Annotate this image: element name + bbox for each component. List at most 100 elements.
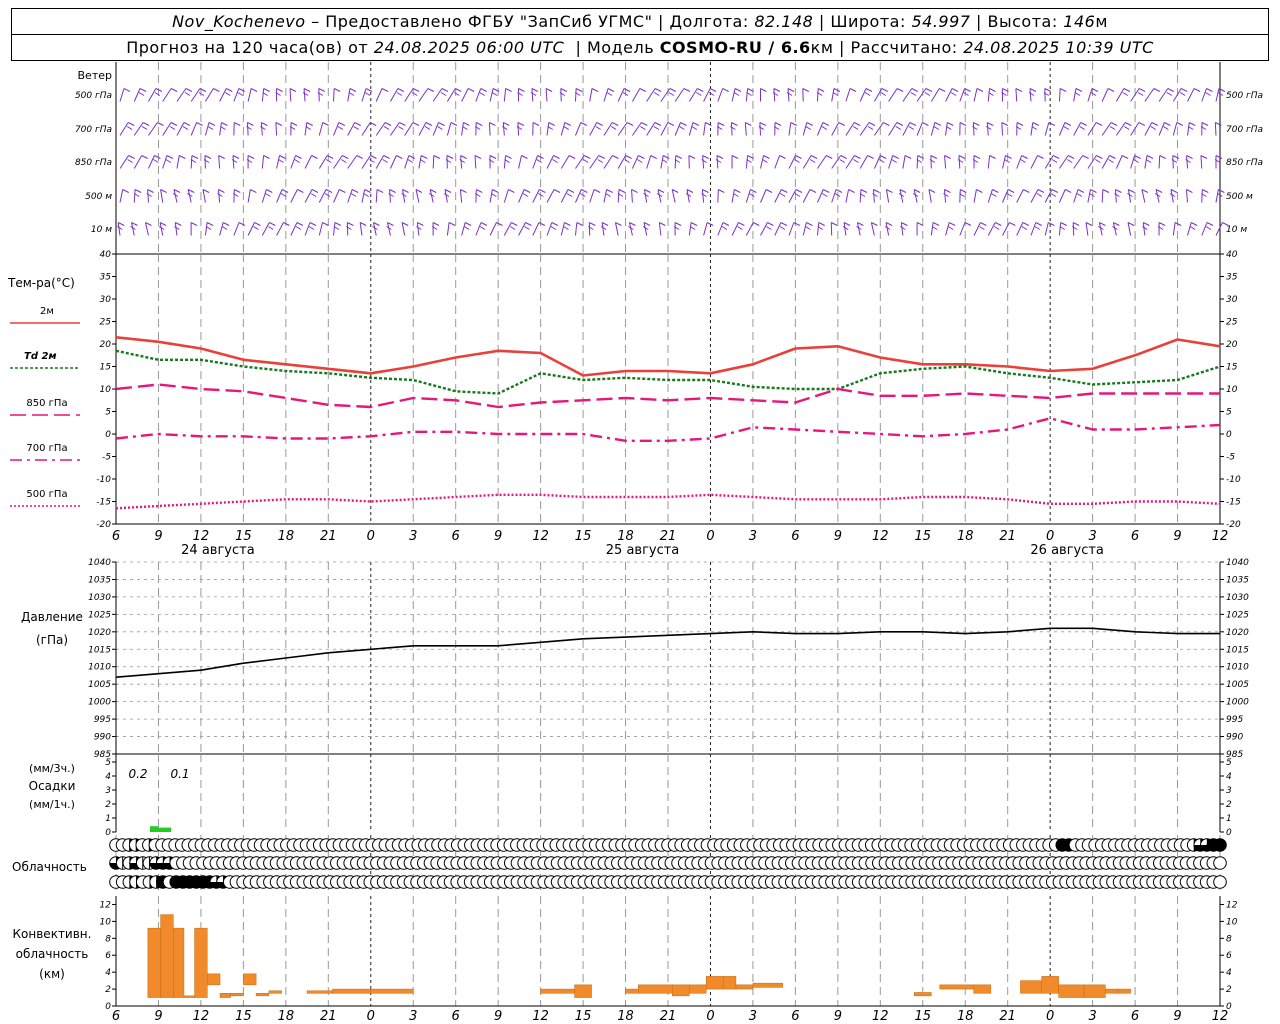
wind-barb-flag <box>146 193 152 197</box>
wind-barb-staff <box>1002 222 1010 236</box>
wind-barb-staff <box>503 222 512 236</box>
wind-barb-staff <box>361 189 366 203</box>
wind-barb-flag <box>489 155 497 159</box>
pres-ytick-label: 1010 <box>88 663 111 673</box>
conv-bar <box>939 984 974 990</box>
wind-barb-flag <box>840 155 847 159</box>
wind-barb-staff <box>1115 122 1126 136</box>
wind-barb-flag <box>1122 92 1129 96</box>
prec-ytick-label: 1 <box>1226 814 1232 824</box>
wind-barb-staff <box>646 155 652 169</box>
wind-barb-flag <box>141 126 148 130</box>
wind-barb-flag <box>745 122 752 126</box>
wind-barb-staff <box>461 88 469 102</box>
wind-barb-flag <box>674 222 682 226</box>
wind-barb-flag <box>283 222 290 226</box>
temp-ytick-label: -5 <box>1226 453 1235 463</box>
wind-barb-staff <box>1002 155 1007 169</box>
wind-barb-flag <box>994 222 1002 226</box>
wind-barb-flag <box>289 88 297 92</box>
wind-barb-flag <box>349 88 357 92</box>
wind-barb-flag <box>384 122 392 126</box>
wind-barb-flag <box>1186 155 1193 159</box>
wind-barb-staff <box>503 88 507 102</box>
temp-ytick-label: 35 <box>100 273 112 283</box>
wind-barb-staff <box>204 222 208 236</box>
wind-barb-flag <box>772 92 779 96</box>
wind-barb-staff <box>930 222 934 236</box>
conv-bar <box>147 927 161 998</box>
wind-barb-flag <box>564 222 571 226</box>
wind-barb-flag <box>661 159 668 163</box>
temp-legend-label: 700 гПа <box>26 443 67 454</box>
wind-barb-flag <box>654 88 662 92</box>
wind-barb-staff <box>816 88 819 102</box>
wind-barb-flag <box>611 122 619 126</box>
temp-x-tick-label: 9 <box>494 529 502 544</box>
wind-barb-staff <box>432 88 443 102</box>
wind-barb-flag <box>1138 88 1146 92</box>
wind-barb-staff <box>688 222 692 236</box>
wind-barb-flag <box>781 189 788 193</box>
wind-barb-flag <box>576 222 584 226</box>
temp-x-tick-label: 6 <box>452 529 460 544</box>
wind-barb-flag <box>381 88 389 92</box>
wind-barb-staff <box>987 88 991 102</box>
wind-barb-flag <box>973 155 981 159</box>
wind-barb-flag <box>263 155 270 159</box>
wind-barb-flag <box>625 155 632 159</box>
wind-barb-flag <box>930 155 938 159</box>
wind-barb-staff <box>674 122 681 136</box>
wind-barb-flag <box>821 193 828 197</box>
wind-barb-flag <box>925 88 933 92</box>
wind-barb-flag <box>867 155 874 159</box>
temp-ytick-label: 15 <box>100 363 112 373</box>
conv-x-tick-label: 9 <box>1173 1009 1181 1024</box>
wind-barb-staff <box>375 88 383 102</box>
wind-barb-flag <box>1109 155 1116 159</box>
conv-bar <box>160 914 174 998</box>
wind-barb-flag <box>1202 189 1209 193</box>
wind-barb-flag <box>165 159 172 163</box>
temp-ytick-label: -20 <box>96 520 111 530</box>
wind-barb-staff <box>347 88 351 102</box>
wind-barb-flag <box>883 122 890 126</box>
wind-barb-staff <box>1172 122 1178 136</box>
wind-barb-flag <box>843 222 851 226</box>
wind-barb-flag <box>524 226 530 230</box>
wind-barb-flag <box>583 159 589 163</box>
wind-barb-staff <box>802 189 811 203</box>
wind-barb-flag <box>1080 122 1087 126</box>
wind-barb-staff <box>702 155 705 169</box>
wind-barb-flag <box>407 159 414 163</box>
wind-barb-flag <box>175 222 182 226</box>
wind-barb-flag <box>581 189 588 193</box>
wind-barb-staff <box>304 222 311 236</box>
wind-barb-flag <box>659 222 666 226</box>
wind-barb-flag <box>639 88 647 92</box>
wind-barb-flag <box>184 92 191 96</box>
conv-x-tick-label: 12 <box>532 1009 549 1024</box>
wind-barb-flag <box>618 189 626 193</box>
wind-barb-flag <box>638 155 645 159</box>
wind-barb-staff <box>802 122 808 136</box>
wind-barb-flag <box>896 88 904 92</box>
conv-bar <box>370 988 414 994</box>
wind-barb-staff <box>404 88 414 102</box>
wind-barb-flag <box>1079 126 1085 130</box>
wind-barb-staff <box>148 122 158 136</box>
wind-barb-flag <box>295 155 302 159</box>
wind-barb-flag <box>821 126 828 130</box>
wind-barb-flag <box>503 122 510 126</box>
wind-barb-flag <box>1072 222 1080 226</box>
wind-barb-flag <box>1052 155 1060 159</box>
temp-ytick-label: 30 <box>100 295 112 305</box>
wind-barb-flag <box>650 155 657 159</box>
wind-barb-staff <box>1001 122 1003 136</box>
conv-x-tick-label: 6 <box>1131 1009 1139 1024</box>
temp-x-tick-label: 3 <box>409 529 417 544</box>
wind-barb-staff <box>446 122 452 136</box>
wind-barb-staff <box>290 189 298 203</box>
wind-barb-flag <box>1121 155 1129 159</box>
wind-barb-flag <box>278 159 284 163</box>
